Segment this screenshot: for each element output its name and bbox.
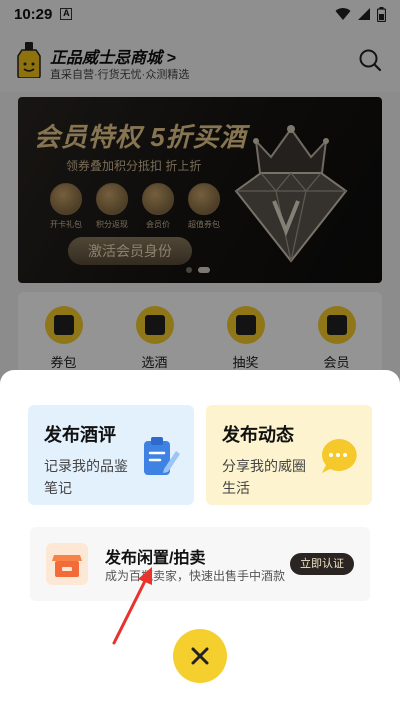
close-icon xyxy=(191,647,209,665)
close-button[interactable] xyxy=(173,629,227,683)
card-desc: 分享我的威圈生活 xyxy=(222,458,306,496)
publish-review-card[interactable]: 发布酒评 记录我的品鉴笔记 xyxy=(28,405,194,505)
verify-now-button[interactable]: 立即认证 xyxy=(290,553,354,575)
card-desc: 记录我的品鉴笔记 xyxy=(44,458,128,496)
shop-icon xyxy=(46,543,88,585)
clipboard-pen-icon xyxy=(144,437,180,475)
annotation-arrow-icon xyxy=(112,567,152,645)
publish-moment-card[interactable]: 发布动态 分享我的威圈生活 xyxy=(206,405,372,505)
chat-bubble-icon xyxy=(321,438,357,473)
publish-trade-card[interactable]: 发布闲置/拍卖 成为百瓶卖家，快速出售手中酒款 立即认证 xyxy=(30,527,370,601)
publish-sheet: 发布酒评 记录我的品鉴笔记 发布动态 分享我的威圈生活 发布闲置/拍卖 成为百瓶… xyxy=(0,370,400,711)
